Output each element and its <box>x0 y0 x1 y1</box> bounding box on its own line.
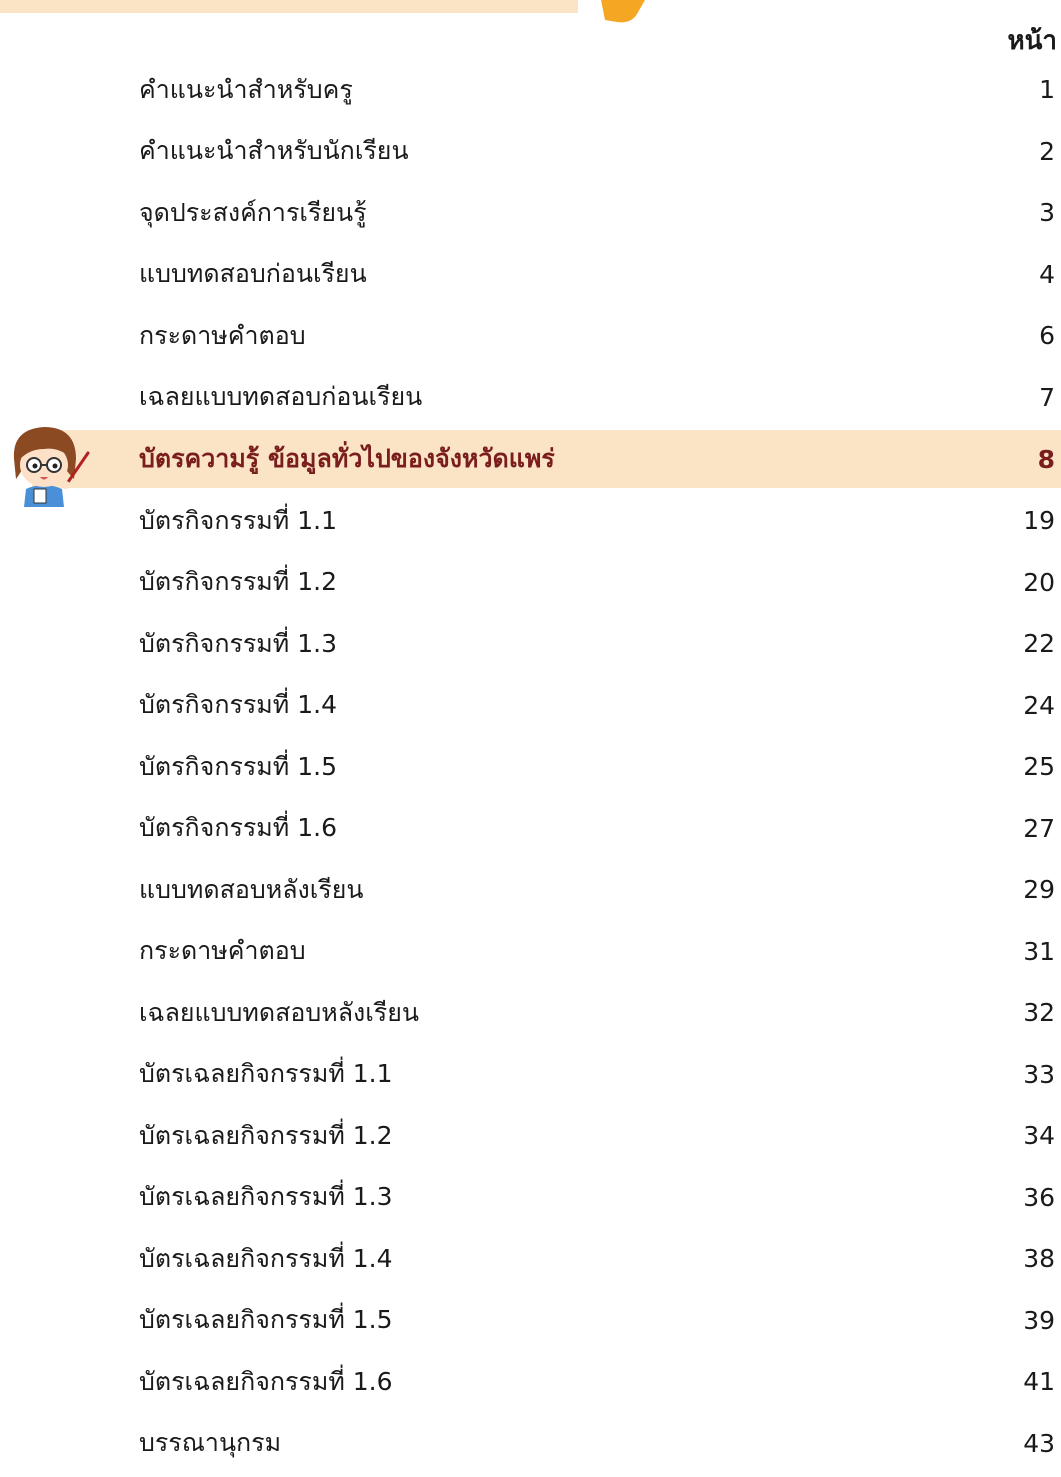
toc-title: บัตรเฉลยกิจกรรมที่ 1.3 <box>139 1182 393 1212</box>
toc-page-number: 2 <box>1039 136 1055 166</box>
toc-page-number: 8 <box>1037 444 1055 474</box>
toc-page-number: 34 <box>1023 1121 1055 1151</box>
toc-page-number: 4 <box>1039 259 1055 289</box>
toc-row[interactable]: บัตรกิจกรรมที่ 1.5 25 <box>0 736 1061 798</box>
toc-page-number: 20 <box>1023 567 1055 597</box>
toc-row[interactable]: บัตรเฉลยกิจกรรมที่ 1.2 34 <box>0 1105 1061 1167</box>
toc-page-number: 36 <box>1023 1182 1055 1212</box>
toc-title: บัตรเฉลยกิจกรรมที่ 1.4 <box>139 1243 393 1273</box>
toc-title: บัตรกิจกรรมที่ 1.2 <box>139 567 337 597</box>
toc-row[interactable]: เฉลยแบบทดสอบก่อนเรียน 7 <box>0 367 1061 429</box>
toc-page-number: 31 <box>1023 936 1055 966</box>
table-of-contents: คำแนะนำสำหรับครู 1 คำแนะนำสำหรับนักเรียน… <box>0 59 1061 1474</box>
toc-title: บัตรกิจกรรมที่ 1.5 <box>139 751 337 781</box>
toc-title: บัตรเฉลยกิจกรรมที่ 1.2 <box>139 1120 393 1150</box>
toc-row[interactable]: กระดาษคำตอบ 31 <box>0 921 1061 983</box>
toc-page-number: 7 <box>1039 382 1055 412</box>
toc-title: บัตรเฉลยกิจกรรมที่ 1.1 <box>139 1059 393 1089</box>
toc-row[interactable]: บัตรกิจกรรมที่ 1.4 24 <box>0 675 1061 737</box>
toc-title: เฉลยแบบทดสอบก่อนเรียน <box>139 382 423 412</box>
toc-title: บัตรกิจกรรมที่ 1.6 <box>139 813 337 843</box>
toc-row[interactable]: บรรณานุกรม 43 <box>0 1413 1061 1475</box>
top-decorative-band <box>0 0 578 13</box>
toc-page-number: 32 <box>1023 998 1055 1028</box>
toc-title: กระดาษคำตอบ <box>139 320 306 350</box>
toc-row[interactable]: แบบทดสอบก่อนเรียน 4 <box>0 244 1061 306</box>
toc-title: บัตรเฉลยกิจกรรมที่ 1.6 <box>139 1366 393 1396</box>
toc-title: กระดาษคำตอบ <box>139 936 306 966</box>
orange-tab-shape <box>601 0 645 23</box>
toc-row[interactable]: กระดาษคำตอบ 6 <box>0 305 1061 367</box>
toc-page-number: 24 <box>1023 690 1055 720</box>
toc-title: บัตรความรู้ ข้อมูลทั่วไปของจังหวัดแพร่ <box>139 444 555 473</box>
toc-title: บัตรเฉลยกิจกรรมที่ 1.5 <box>139 1305 393 1335</box>
toc-row[interactable]: คำแนะนำสำหรับครู 1 <box>0 59 1061 121</box>
toc-page-number: 39 <box>1023 1305 1055 1335</box>
toc-row[interactable]: บัตรกิจกรรมที่ 1.3 22 <box>0 613 1061 675</box>
toc-row[interactable]: แบบทดสอบหลังเรียน 29 <box>0 859 1061 921</box>
toc-page-number: 1 <box>1039 75 1055 105</box>
toc-page-number: 33 <box>1023 1059 1055 1089</box>
toc-row[interactable]: บัตรเฉลยกิจกรรมที่ 1.4 38 <box>0 1228 1061 1290</box>
toc-page-number: 19 <box>1023 506 1055 536</box>
toc-page-number: 27 <box>1023 813 1055 843</box>
toc-page-number: 41 <box>1023 1367 1055 1397</box>
toc-page-number: 6 <box>1039 321 1055 351</box>
toc-title: บัตรกิจกรรมที่ 1.4 <box>139 690 337 720</box>
toc-title: คำแนะนำสำหรับครู <box>139 74 353 104</box>
toc-row[interactable]: เฉลยแบบทดสอบหลังเรียน 32 <box>0 982 1061 1044</box>
toc-row[interactable]: บัตรกิจกรรมที่ 1.6 27 <box>0 798 1061 860</box>
toc-row[interactable]: จุดประสงค์การเรียนรู้ 3 <box>0 182 1061 244</box>
toc-title: บัตรกิจกรรมที่ 1.1 <box>139 505 337 535</box>
toc-title: จุดประสงค์การเรียนรู้ <box>139 197 367 227</box>
toc-page-number: 38 <box>1023 1244 1055 1274</box>
page-column-header: หน้า <box>1007 26 1057 56</box>
toc-page-number: 29 <box>1023 875 1055 905</box>
toc-title: คำแนะนำสำหรับนักเรียน <box>139 136 409 166</box>
toc-row[interactable]: บัตรกิจกรรมที่ 1.1 19 <box>0 490 1061 552</box>
toc-row-highlighted[interactable]: บัตรความรู้ ข้อมูลทั่วไปของจังหวัดแพร่ 8 <box>32 430 1061 488</box>
toc-page-number: 22 <box>1023 629 1055 659</box>
toc-row[interactable]: บัตรเฉลยกิจกรรมที่ 1.3 36 <box>0 1167 1061 1229</box>
toc-row[interactable]: บัตรเฉลยกิจกรรมที่ 1.1 33 <box>0 1044 1061 1106</box>
toc-title: บรรณานุกรม <box>139 1428 282 1458</box>
toc-title: แบบทดสอบหลังเรียน <box>139 874 364 904</box>
toc-page-number: 3 <box>1039 198 1055 228</box>
toc-page-number: 25 <box>1023 752 1055 782</box>
girl-teacher-cartoon-icon <box>13 427 90 507</box>
toc-row[interactable]: บัตรเฉลยกิจกรรมที่ 1.6 41 <box>0 1351 1061 1413</box>
toc-page-number: 43 <box>1023 1428 1055 1458</box>
toc-title: แบบทดสอบก่อนเรียน <box>139 259 367 289</box>
toc-row[interactable]: บัตรเฉลยกิจกรรมที่ 1.5 39 <box>0 1290 1061 1352</box>
toc-row[interactable]: บัตรกิจกรรมที่ 1.2 20 <box>0 552 1061 614</box>
toc-title: เฉลยแบบทดสอบหลังเรียน <box>139 997 419 1027</box>
toc-row[interactable]: คำแนะนำสำหรับนักเรียน 2 <box>0 121 1061 183</box>
toc-title: บัตรกิจกรรมที่ 1.3 <box>139 628 337 658</box>
